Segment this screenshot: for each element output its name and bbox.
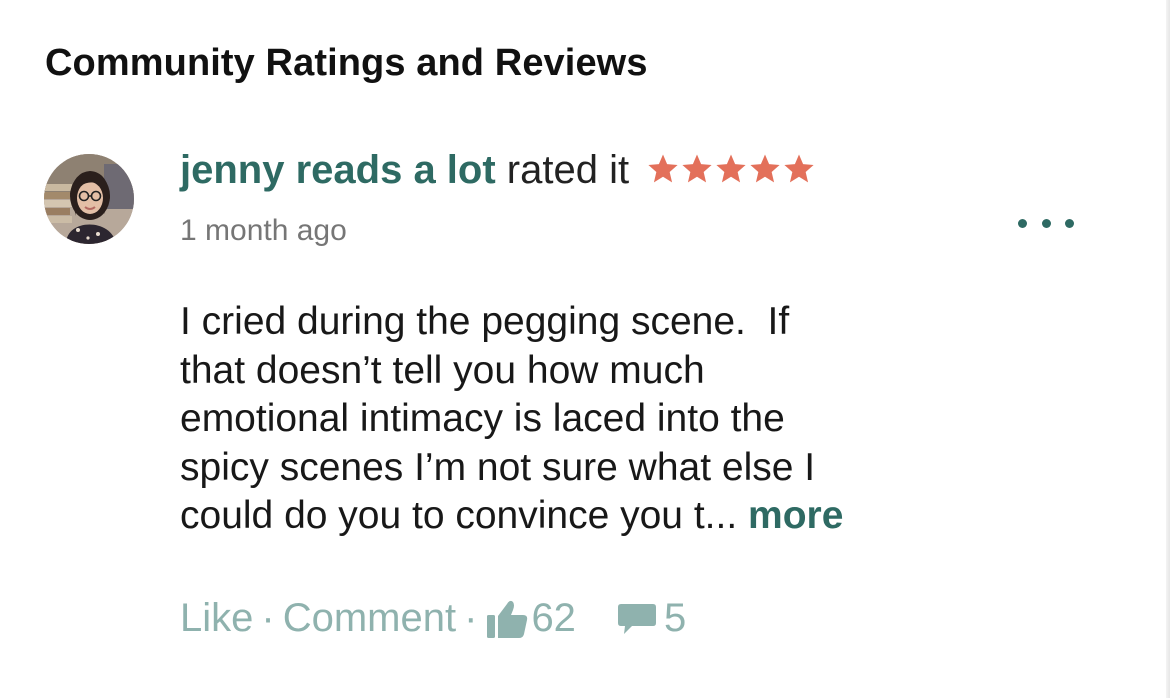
star-icon [646, 151, 680, 185]
more-link[interactable]: more [748, 494, 843, 537]
comments-count: 5 [663, 596, 687, 640]
scroll-edge [1166, 0, 1170, 698]
more-options-button[interactable] [1018, 210, 1074, 236]
review-text-line: could do you to convince you t... [180, 494, 749, 537]
star-icon [748, 151, 782, 185]
separator: · [261, 596, 275, 640]
reviewer-name-link[interactable]: jenny reads a lot [180, 148, 496, 192]
more-horizontal-icon [1018, 218, 1027, 228]
comments-count-button[interactable]: 5 [576, 596, 686, 641]
reviewer-avatar[interactable] [44, 154, 134, 244]
rating-stars [646, 151, 816, 185]
separator: · [464, 596, 478, 640]
review-text: I cried during the pegging scene. If tha… [180, 298, 960, 541]
comment-link[interactable]: Comment [283, 596, 456, 641]
section-title: Community Ratings and Reviews [45, 42, 648, 84]
review-text-line: emotional intimacy is laced into the [180, 397, 785, 440]
review-text-line: that doesn’t tell you how much [180, 348, 705, 392]
more-horizontal-icon-dot [1065, 218, 1074, 228]
thumbs-up-icon [485, 598, 529, 640]
rated-it-label: rated it [506, 148, 630, 192]
review-text-line: I cried during the pegging scene. If [180, 300, 790, 343]
star-icon [782, 151, 816, 185]
more-horizontal-icon-dot [1041, 218, 1051, 228]
review-header: jenny reads a lot rated it [180, 148, 816, 193]
reviews-page: Community Ratings and Reviews jenny read… [0, 0, 1170, 698]
speech-bubble-icon [616, 601, 658, 637]
like-link[interactable]: Like [180, 596, 253, 641]
likes-count-button[interactable]: 62 [485, 596, 576, 641]
star-icon [714, 151, 748, 185]
review-text-line: spicy scenes I’m not sure what else I [180, 445, 816, 489]
review-actions: Like · Comment · 62 5 [180, 596, 686, 641]
star-icon [680, 151, 714, 185]
likes-count: 62 [531, 596, 576, 640]
review-timestamp[interactable]: 1 month ago [180, 214, 347, 248]
review-text-last-line: could do you to convince you t... more [180, 492, 960, 541]
